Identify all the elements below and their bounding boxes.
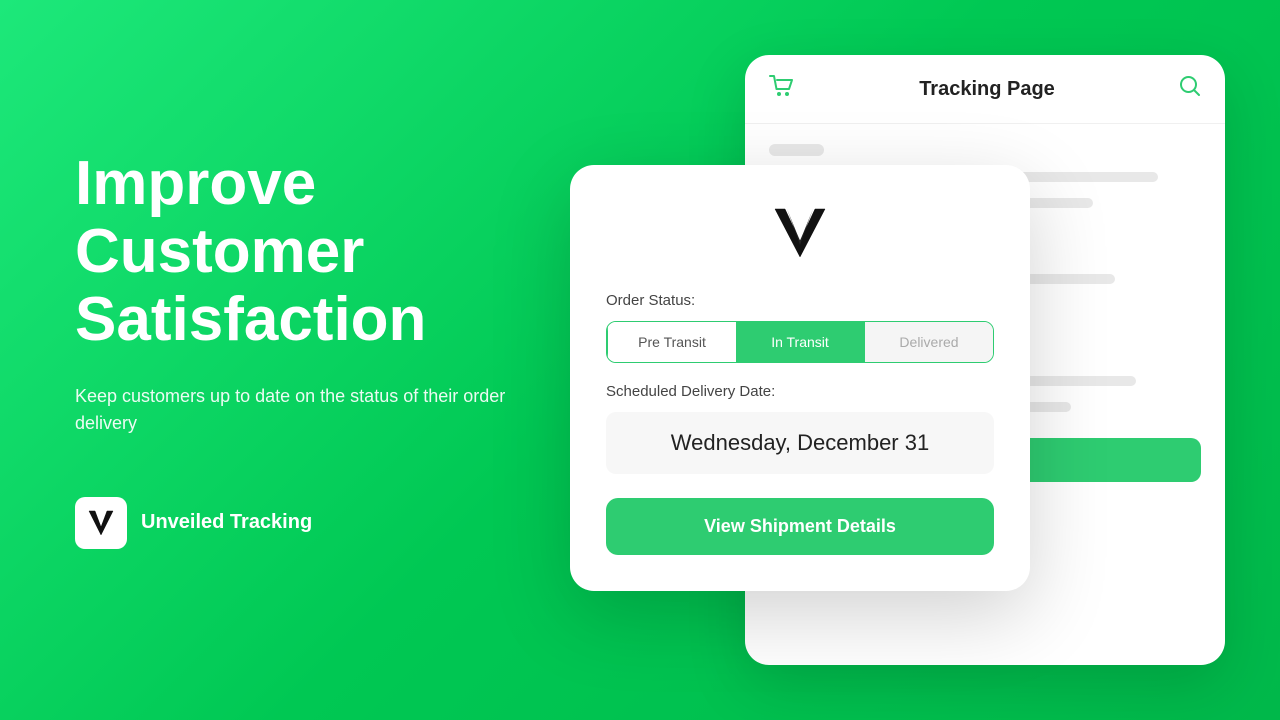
order-status-label: Order Status: xyxy=(606,292,994,309)
view-shipment-button[interactable]: View Shipment Details xyxy=(606,498,994,555)
delivery-date-box: Wednesday, December 31 xyxy=(606,412,994,474)
modal-logo xyxy=(771,201,829,268)
tab-delivered[interactable]: Delivered xyxy=(864,322,993,362)
delivery-date-value: Wednesday, December 31 xyxy=(671,430,929,455)
brand-row: Unveiled Tracking xyxy=(75,497,535,549)
tab-in-transit[interactable]: In Transit xyxy=(736,322,864,362)
main-headline: Improve Customer Satisfaction xyxy=(75,150,535,355)
subtitle-text: Keep customers up to date on the status … xyxy=(75,383,535,437)
tab-pre-transit[interactable]: Pre Transit xyxy=(607,322,736,362)
tracking-page-title: Tracking Page xyxy=(919,78,1055,101)
cart-icon xyxy=(769,75,795,103)
status-tabs-group: Pre Transit In Transit Delivered xyxy=(606,321,994,363)
delivery-date-label: Scheduled Delivery Date: xyxy=(606,383,994,400)
brand-name-label: Unveiled Tracking xyxy=(141,511,312,534)
delivery-date-section: Scheduled Delivery Date: Wednesday, Dece… xyxy=(606,383,994,474)
search-icon[interactable] xyxy=(1179,75,1201,103)
left-content-section: Improve Customer Satisfaction Keep custo… xyxy=(75,150,535,549)
brand-logo-icon xyxy=(75,497,127,549)
order-status-section: Order Status: Pre Transit In Transit Del… xyxy=(606,292,994,363)
order-tracking-modal: Order Status: Pre Transit In Transit Del… xyxy=(570,165,1030,591)
